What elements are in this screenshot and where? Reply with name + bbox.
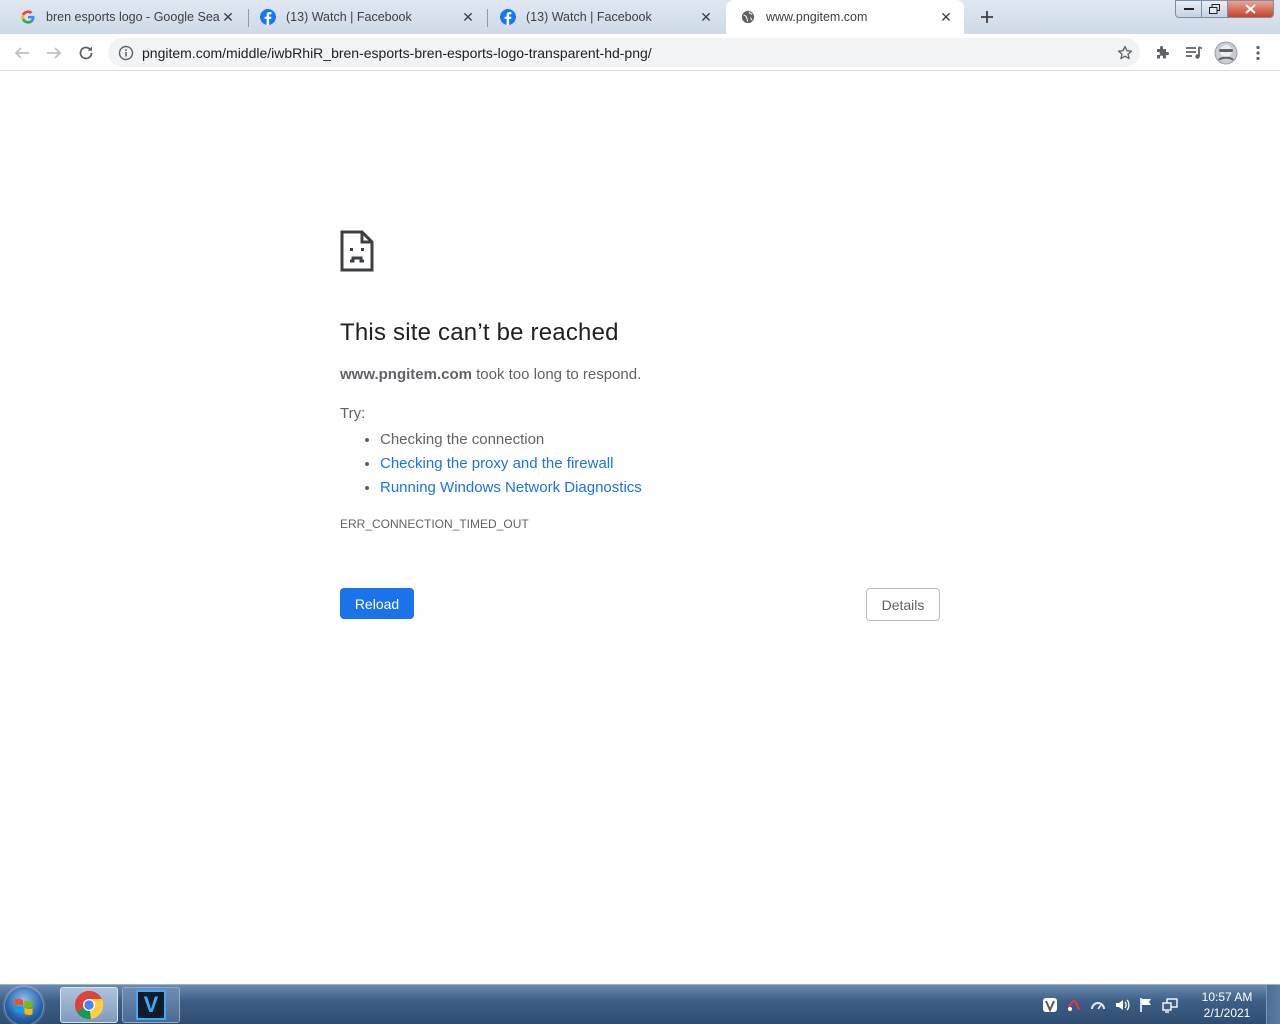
back-button[interactable] — [8, 39, 36, 67]
more-vert-icon — [1256, 45, 1260, 61]
tab-title: (13) Watch | Facebook — [286, 10, 412, 24]
suggestion-item: Checking the proxy and the firewall — [380, 452, 940, 476]
extensions-button[interactable] — [1148, 39, 1176, 67]
arrow-left-icon — [14, 47, 29, 59]
facebook-icon — [260, 9, 276, 25]
error-content: This site can’t be reached www.pngitem.c… — [340, 230, 940, 531]
forward-button[interactable] — [40, 39, 68, 67]
try-label: Try: — [340, 405, 366, 422]
network-diagnostics-link[interactable]: Running Windows Network Diagnostics — [380, 479, 642, 496]
maximize-button[interactable] — [1201, 0, 1228, 18]
reload-button[interactable]: Reload — [340, 588, 414, 619]
suggestion-text: Checking the connection — [380, 431, 545, 448]
facebook-icon — [500, 9, 516, 25]
taskbar-chrome[interactable] — [60, 987, 118, 1023]
close-icon[interactable]: ✕ — [938, 9, 954, 25]
vegas-icon: V — [136, 990, 166, 1020]
error-code: ERR_CONNECTION_TIMED_OUT — [340, 517, 529, 531]
close-icon — [1245, 4, 1256, 14]
restore-icon — [1209, 4, 1220, 14]
plus-icon — [981, 11, 993, 23]
profile-avatar[interactable] — [1212, 39, 1240, 67]
audio-manager-icon[interactable] — [1065, 996, 1083, 1014]
error-summary-text: took too long to respond. — [471, 366, 642, 383]
media-control-button[interactable] — [1180, 39, 1208, 67]
start-button[interactable] — [5, 987, 43, 1024]
clock-date: 2/1/2021 — [1203, 1006, 1251, 1020]
address-bar[interactable]: pngitem.com/middle/iwbRhiR_bren-esports-… — [108, 38, 1140, 67]
tab-pngitem[interactable]: www.pngitem.com ✕ — [726, 0, 964, 34]
globe-icon — [740, 9, 756, 25]
show-desktop-button[interactable] — [1266, 985, 1280, 1024]
action-center-flag-icon[interactable] — [1137, 996, 1155, 1014]
suggestion-item: Checking the connection — [380, 428, 940, 452]
vegas-letter: V — [143, 992, 159, 1017]
close-icon[interactable]: ✕ — [220, 9, 236, 25]
reload-icon — [79, 46, 93, 60]
suggestions-list: Checking the connection Checking the pro… — [340, 428, 940, 500]
close-icon[interactable]: ✕ — [698, 9, 714, 25]
close-icon[interactable]: ✕ — [460, 9, 476, 25]
minimize-button[interactable] — [1175, 0, 1202, 18]
avatar-icon — [1214, 41, 1238, 65]
error-host: www.pngitem.com — [340, 366, 472, 383]
tab-title: bren esports logo - Google Search — [46, 10, 220, 24]
google-icon — [20, 9, 36, 25]
tab-title: (13) Watch | Facebook — [526, 10, 652, 24]
app-tray-icon[interactable] — [1041, 996, 1059, 1014]
clock-time: 10:57 AM — [1201, 990, 1253, 1004]
url-text[interactable]: pngitem.com/middle/iwbRhiR_bren-esports-… — [140, 45, 1110, 61]
tab-title: www.pngitem.com — [766, 10, 868, 24]
arrow-right-icon — [47, 47, 62, 59]
window-close-button[interactable] — [1227, 0, 1274, 18]
minimize-icon — [1183, 8, 1194, 10]
tab-facebook-watch-2[interactable]: (13) Watch | Facebook ✕ — [486, 0, 724, 34]
info-icon[interactable] — [112, 45, 140, 61]
playlist-icon — [1186, 46, 1203, 59]
suggestion-item: Running Windows Network Diagnostics — [380, 476, 940, 500]
error-heading: This site can’t be reached — [340, 319, 619, 346]
volume-icon[interactable] — [1113, 996, 1131, 1014]
tab-facebook-watch-1[interactable]: (13) Watch | Facebook ✕ — [246, 0, 486, 34]
chrome-icon — [75, 990, 104, 1020]
taskbar-vegas[interactable]: V — [122, 987, 180, 1023]
tab-strip: bren esports logo - Google Search ✕ (13)… — [0, 0, 1280, 34]
details-button[interactable]: Details — [866, 588, 940, 621]
error-summary: www.pngitem.com took too long to respond… — [340, 366, 940, 383]
taskbar-clock[interactable]: 10:57 AM 2/1/2021 — [1188, 989, 1266, 1021]
taskbar: V 10:57 AM 2/1/2021 — [0, 984, 1280, 1024]
new-tab-button[interactable] — [974, 4, 1000, 30]
system-tray: 10:57 AM 2/1/2021 — [1038, 985, 1280, 1024]
menu-button[interactable] — [1244, 39, 1272, 67]
windows-logo-icon — [15, 998, 33, 1016]
browser-toolbar: pngitem.com/middle/iwbRhiR_bren-esports-… — [0, 34, 1280, 71]
puzzle-icon — [1157, 46, 1169, 59]
tab-google-search[interactable]: bren esports logo - Google Search ✕ — [6, 0, 246, 34]
reload-toolbar-button[interactable] — [72, 39, 100, 67]
sad-page-icon — [340, 230, 374, 272]
speedometer-icon[interactable] — [1089, 996, 1107, 1014]
proxy-firewall-link[interactable]: Checking the proxy and the firewall — [380, 455, 613, 472]
network-icon[interactable] — [1161, 996, 1179, 1014]
bookmark-star-icon[interactable] — [1110, 45, 1140, 61]
